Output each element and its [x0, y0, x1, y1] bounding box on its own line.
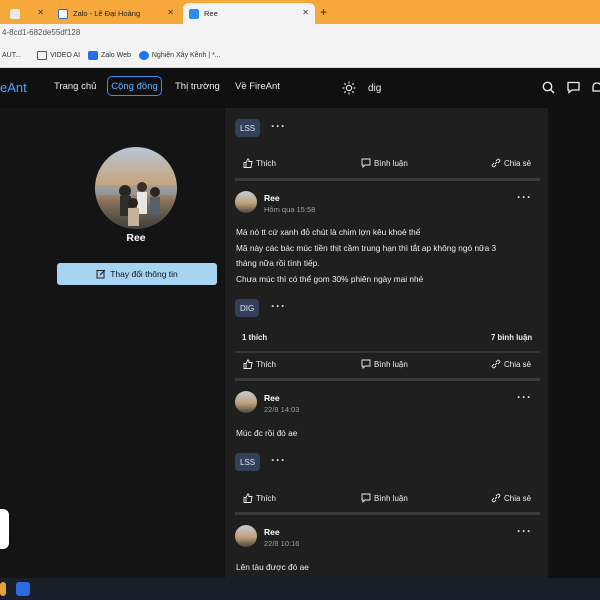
bell-icon[interactable]: [592, 81, 600, 94]
avatar-photo: [95, 182, 177, 226]
share-button[interactable]: Chia sẻ: [491, 359, 531, 369]
chat-icon[interactable]: [567, 81, 580, 94]
stock-tag[interactable]: LSS: [235, 453, 261, 471]
zalo-favicon: [58, 8, 68, 19]
comment-icon: [361, 158, 371, 168]
search-icon[interactable]: [542, 81, 555, 94]
more-options-icon[interactable]: ···: [517, 390, 532, 404]
comment-icon: [361, 359, 371, 369]
edit-icon: [96, 269, 106, 279]
new-tab-button[interactable]: +: [320, 5, 327, 19]
thumbs-up-icon: [243, 359, 253, 369]
post-actions: Thích Bình luận Chia sẻ: [235, 359, 540, 373]
folder-icon: [37, 51, 48, 60]
search-box[interactable]: [362, 77, 558, 99]
address-bar[interactable]: 4-8cd1-682de55df128: [0, 24, 600, 44]
nav-home[interactable]: Trang chủ: [54, 81, 96, 92]
search-input[interactable]: [362, 77, 558, 99]
zalo-taskbar-icon[interactable]: [16, 582, 30, 596]
browser-tab-1[interactable]: ✕: [4, 3, 50, 24]
bookmark-aut[interactable]: AUT...: [2, 52, 21, 59]
address-text: 4-8cd1-682de55df128: [2, 28, 81, 37]
right-panel: [548, 108, 600, 578]
bookmark-zalo-web[interactable]: Zalo Web: [88, 51, 131, 60]
more-options-icon[interactable]: ···: [271, 299, 286, 313]
thumbs-up-icon: [243, 493, 253, 503]
post-author-name[interactable]: Ree: [264, 393, 280, 403]
fireant-logo[interactable]: eAnt: [0, 80, 27, 95]
post-author-avatar[interactable]: [235, 191, 257, 213]
bookmark-nghien-xay-kenh[interactable]: Nghiện Xây Kênh | *...: [138, 51, 221, 60]
side-panel-handle[interactable]: [0, 509, 9, 549]
taskbar-app-icon[interactable]: [0, 582, 6, 596]
more-options-icon[interactable]: ···: [517, 524, 532, 538]
share-button[interactable]: Chia sẻ: [491, 158, 531, 168]
post-body: Lên tàu được đó ae: [236, 562, 309, 572]
comment-button[interactable]: Bình luận: [361, 493, 408, 503]
more-options-icon[interactable]: ···: [271, 453, 286, 467]
stock-tag[interactable]: DIG: [235, 299, 260, 317]
like-button[interactable]: Thích: [243, 359, 276, 369]
link-icon: [491, 493, 501, 503]
post-actions: Thích Bình luận Chia sẻ: [235, 158, 540, 172]
post-author-avatar[interactable]: [235, 525, 257, 547]
more-options-icon[interactable]: ···: [517, 190, 532, 204]
browser-tab-3[interactable]: Ree ✕: [183, 3, 315, 24]
os-taskbar: [0, 578, 600, 600]
post-body: Má nó tt cứ xanh đỏ chút là chim lợn kêu…: [236, 227, 497, 284]
browser-tab-2[interactable]: Zalo - Lê Đại Hoàng ✕: [52, 3, 180, 24]
comment-button[interactable]: Bình luận: [361, 359, 408, 369]
post-divider: [235, 512, 540, 515]
more-options-icon[interactable]: ···: [271, 119, 286, 133]
stock-tag[interactable]: LSS: [235, 119, 261, 137]
post-author-name[interactable]: Ree: [264, 527, 280, 537]
share-button[interactable]: Chia sẻ: [491, 493, 531, 503]
post-timestamp: 22/8 14:03: [264, 405, 300, 414]
close-icon[interactable]: ✕: [302, 8, 309, 17]
post-author-avatar[interactable]: [235, 391, 257, 413]
link-icon: [491, 158, 501, 168]
post-timestamp: 22/8 10:16: [264, 539, 300, 548]
like-button[interactable]: Thích: [243, 493, 276, 503]
post-actions: Thích Bình luận Chia sẻ: [235, 493, 540, 507]
post-timestamp: Hôm qua 15:58: [264, 205, 316, 214]
like-count[interactable]: 1 thích: [242, 333, 267, 342]
bookmark-video-ai[interactable]: VIDEO AI: [37, 51, 80, 60]
app-header: eAnt Trang chủ Cộng đồng Thị trường Về F…: [0, 68, 600, 108]
post-divider: [235, 351, 540, 353]
zalo-icon: [88, 51, 99, 60]
nav-community[interactable]: Cộng đồng: [107, 76, 162, 96]
comment-button[interactable]: Bình luận: [361, 158, 408, 168]
close-icon[interactable]: ✕: [167, 8, 174, 17]
post-divider: [235, 178, 540, 181]
comment-icon: [361, 493, 371, 503]
tab-favicon: [10, 8, 20, 19]
browser-tab-bar: ✕ Zalo - Lê Đại Hoàng ✕ Ree ✕ +: [0, 0, 600, 24]
close-icon[interactable]: ✕: [37, 8, 44, 17]
like-button[interactable]: Thích: [243, 158, 276, 168]
post-body: Múc đc rồi đó ae: [236, 428, 298, 438]
bookmarks-bar: AUT... VIDEO AI Zalo Web Nghiện Xây Kênh…: [0, 44, 600, 68]
post-author-name[interactable]: Ree: [264, 193, 280, 203]
theme-toggle-sun-icon[interactable]: [342, 81, 356, 95]
fireant-favicon: [189, 8, 199, 19]
nav-market[interactable]: Thị trường: [175, 81, 220, 92]
facebook-icon: [138, 51, 149, 60]
edit-profile-button[interactable]: Thay đổi thông tin: [57, 263, 217, 285]
link-icon: [491, 359, 501, 369]
nav-about[interactable]: Về FireAnt: [235, 81, 280, 92]
thumbs-up-icon: [243, 158, 253, 168]
profile-avatar[interactable]: [95, 147, 177, 229]
comment-count[interactable]: 7 bình luận: [491, 333, 532, 342]
post-divider: [235, 378, 540, 381]
